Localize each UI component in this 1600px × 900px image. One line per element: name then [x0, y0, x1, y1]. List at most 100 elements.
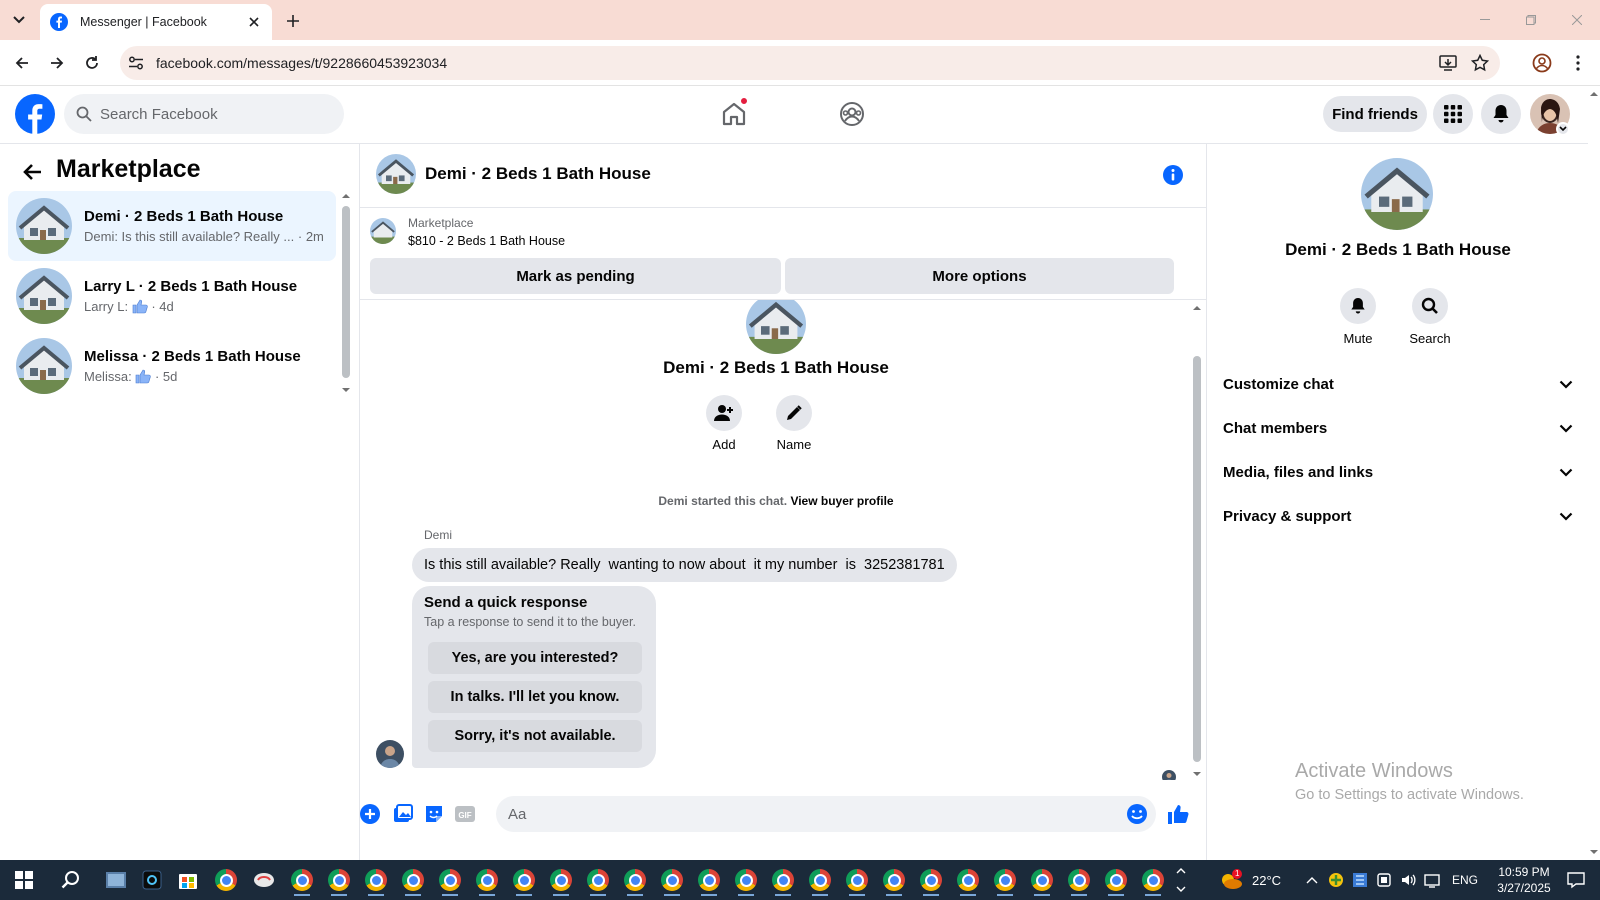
customize-chat-row[interactable]: Customize chat: [1223, 364, 1573, 404]
chevron-up-icon[interactable]: [1306, 876, 1318, 884]
chrome-profile-window-icon[interactable]: [397, 864, 429, 896]
back-arrow-icon[interactable]: [18, 158, 46, 186]
details-avatar[interactable]: [1361, 158, 1433, 230]
chrome-profile-window-icon[interactable]: [952, 864, 984, 896]
tab-search-button[interactable]: [6, 8, 32, 32]
taskbar-app-icon[interactable]: [136, 864, 168, 896]
view-buyer-profile-link[interactable]: View buyer profile: [790, 494, 893, 508]
name-chat-button[interactable]: Name: [764, 395, 824, 452]
chrome-profile-window-icon[interactable]: [878, 864, 910, 896]
chrome-profile-window-icon[interactable]: [1026, 864, 1058, 896]
chrome-profile-window-icon[interactable]: [915, 864, 947, 896]
message-input[interactable]: [508, 805, 1108, 823]
browser-menu-icon[interactable]: [1566, 51, 1590, 75]
add-people-button[interactable]: Add: [694, 395, 754, 452]
listing-price-title[interactable]: $810 - 2 Beds 1 Bath House: [408, 234, 565, 248]
groups-nav-icon[interactable]: [834, 96, 870, 132]
chrome-profile-window-icon[interactable]: [471, 864, 503, 896]
volume-icon[interactable]: [1400, 872, 1416, 888]
conversation-item[interactable]: Melissa · 2 Beds 1 Bath House Melissa: ·…: [8, 331, 336, 401]
bookmark-star-icon[interactable]: [1468, 51, 1492, 75]
chrome-profile-window-icon[interactable]: [767, 864, 799, 896]
input-language[interactable]: ENG: [1452, 873, 1478, 887]
sender-avatar[interactable]: [376, 740, 404, 768]
taskbar-app-icon[interactable]: [248, 864, 280, 896]
mute-button[interactable]: Mute: [1328, 288, 1388, 346]
weather-widget[interactable]: 1 22°C: [1218, 860, 1281, 900]
chrome-profile-window-icon[interactable]: [1063, 864, 1095, 896]
microsoft-store-icon[interactable]: [172, 864, 204, 896]
mark-as-pending-button[interactable]: Mark as pending: [370, 258, 781, 294]
minimize-icon[interactable]: [1462, 0, 1508, 40]
omnibox[interactable]: facebook.com/messages/t/9228660453923034: [120, 46, 1500, 80]
windows-start-icon[interactable]: [8, 864, 40, 896]
tray-app-icon[interactable]: [1328, 872, 1344, 888]
chrome-profile-window-icon[interactable]: [693, 864, 725, 896]
close-tab-icon[interactable]: [246, 14, 262, 30]
quick-response-option[interactable]: Yes, are you interested?: [428, 642, 642, 674]
listing-thumbnail[interactable]: [370, 218, 396, 244]
menu-grid-icon[interactable]: [1433, 94, 1473, 134]
page-scrollbar[interactable]: [1588, 86, 1600, 860]
meet-now-icon[interactable]: [1376, 872, 1392, 888]
search-in-chat-button[interactable]: Search: [1400, 288, 1460, 346]
chrome-profile-window-icon[interactable]: [360, 864, 392, 896]
chat-avatar[interactable]: [376, 154, 416, 194]
chrome-profile-window-icon[interactable]: [582, 864, 614, 896]
facebook-logo-icon[interactable]: [14, 93, 56, 135]
new-tab-icon[interactable]: [282, 10, 304, 32]
home-nav-icon[interactable]: [716, 96, 752, 132]
url-text[interactable]: facebook.com/messages/t/9228660453923034: [156, 55, 1436, 71]
plus-circle-icon[interactable]: [358, 802, 382, 826]
chat-members-row[interactable]: Chat members: [1223, 408, 1573, 448]
find-friends-button[interactable]: Find friends: [1323, 96, 1427, 132]
search-input[interactable]: [100, 105, 320, 123]
taskbar-clock[interactable]: 10:59 PM 3/27/2025: [1484, 864, 1564, 896]
photo-icon[interactable]: [391, 802, 415, 826]
taskbar-search-icon[interactable]: [55, 864, 87, 896]
tray-app-icon[interactable]: [1352, 872, 1368, 888]
message-thread-scrollbar[interactable]: [1190, 300, 1204, 780]
chrome-profile-window-icon[interactable]: [1137, 864, 1169, 896]
message-input-wrapper[interactable]: [496, 796, 1156, 832]
chrome-profile-window-icon[interactable]: [508, 864, 540, 896]
site-info-icon[interactable]: [126, 53, 146, 73]
emoji-icon[interactable]: [1126, 803, 1148, 825]
chrome-profile-window-icon[interactable]: [1100, 864, 1132, 896]
info-icon[interactable]: [1162, 164, 1184, 186]
close-window-icon[interactable]: [1554, 0, 1600, 40]
account-icon[interactable]: [1530, 51, 1554, 75]
privacy-support-row[interactable]: Privacy & support: [1223, 496, 1573, 536]
quick-response-option[interactable]: Sorry, it's not available.: [428, 720, 642, 752]
notification-center-icon[interactable]: [1560, 864, 1592, 896]
chrome-profile-window-icon[interactable]: [841, 864, 873, 896]
restore-icon[interactable]: [1508, 0, 1554, 40]
chrome-profile-window-icon[interactable]: [619, 864, 651, 896]
conversation-list-scrollbar[interactable]: [340, 190, 352, 400]
more-options-button[interactable]: More options: [785, 258, 1174, 294]
media-files-links-row[interactable]: Media, files and links: [1223, 452, 1573, 492]
chat-title[interactable]: Demi · 2 Beds 1 Bath House: [425, 164, 651, 184]
gif-icon[interactable]: GIF: [453, 802, 477, 826]
browser-tab[interactable]: Messenger | Facebook: [40, 4, 272, 40]
chrome-profile-window-icon[interactable]: [323, 864, 355, 896]
chrome-profile-window-icon[interactable]: [656, 864, 688, 896]
conversation-item[interactable]: Larry L · 2 Beds 1 Bath House Larry L: ·…: [8, 261, 336, 331]
quick-response-option[interactable]: In talks. I'll let you know.: [428, 681, 642, 713]
account-chevron-icon[interactable]: [1556, 122, 1570, 136]
chrome-profile-window-icon[interactable]: [434, 864, 466, 896]
task-view-icon[interactable]: [100, 864, 132, 896]
back-icon[interactable]: [10, 51, 34, 75]
forward-icon[interactable]: [45, 51, 69, 75]
sticker-icon[interactable]: [422, 802, 446, 826]
chrome-profile-window-icon[interactable]: [286, 864, 318, 896]
message-bubble[interactable]: Is this still available? Really wanting …: [412, 548, 957, 582]
chrome-profile-window-icon[interactable]: [545, 864, 577, 896]
reload-icon[interactable]: [80, 51, 104, 75]
facebook-search[interactable]: [64, 94, 344, 134]
chrome-profile-window-icon[interactable]: [989, 864, 1021, 896]
taskbar-overflow-arrows-icon[interactable]: [1174, 864, 1188, 896]
chrome-icon[interactable]: [210, 864, 242, 896]
install-app-icon[interactable]: [1436, 51, 1460, 75]
conversation-item[interactable]: Demi · 2 Beds 1 Bath House Demi: Is this…: [8, 191, 336, 261]
